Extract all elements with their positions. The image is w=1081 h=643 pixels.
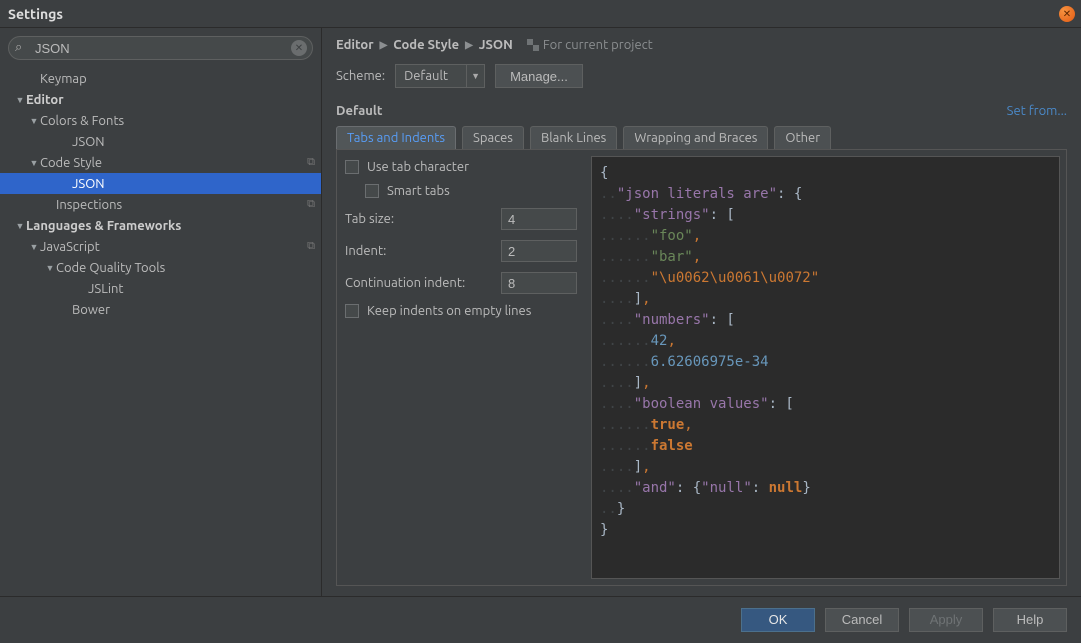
- tree-item-bower[interactable]: Bower: [0, 299, 321, 320]
- chevron-down-icon: ▼: [28, 158, 40, 168]
- use-tab-label: Use tab character: [367, 160, 469, 174]
- chevron-down-icon: ▼: [466, 65, 484, 87]
- dialog-footer: OK Cancel Apply Help: [0, 596, 1081, 642]
- continuation-input[interactable]: [501, 272, 577, 294]
- smart-tabs-checkbox[interactable]: [365, 184, 379, 198]
- tree-item-inspections[interactable]: Inspections⧉: [0, 194, 321, 215]
- tab-spaces[interactable]: Spaces: [462, 126, 524, 149]
- keep-indents-checkbox[interactable]: [345, 304, 359, 318]
- indent-settings: Use tab character Smart tabs Tab size: I…: [337, 150, 585, 585]
- smart-tabs-label: Smart tabs: [387, 184, 450, 198]
- tree-item-code-style[interactable]: ▼Code Style⧉: [0, 152, 321, 173]
- tab-wrapping[interactable]: Wrapping and Braces: [623, 126, 768, 149]
- cancel-button[interactable]: Cancel: [825, 608, 899, 632]
- clear-icon[interactable]: ✕: [291, 40, 307, 56]
- tree-item-codestyle-json[interactable]: JSON: [0, 173, 321, 194]
- tree-item-cqt[interactable]: ▼Code Quality Tools: [0, 257, 321, 278]
- breadcrumb: Editor ▶ Code Style ▶ JSON For current p…: [322, 28, 1081, 58]
- breadcrumb-part: Code Style: [393, 38, 459, 52]
- tree-item-lang-fw[interactable]: ▼Languages & Frameworks: [0, 215, 321, 236]
- project-scope-label: For current project: [527, 38, 653, 52]
- chevron-right-icon: ▶: [380, 39, 388, 51]
- continuation-label: Continuation indent:: [345, 276, 465, 290]
- keep-indents-label: Keep indents on empty lines: [367, 304, 531, 318]
- help-button[interactable]: Help: [993, 608, 1067, 632]
- tab-size-label: Tab size:: [345, 212, 394, 226]
- tab-blank-lines[interactable]: Blank Lines: [530, 126, 617, 149]
- indent-label: Indent:: [345, 244, 386, 258]
- chevron-down-icon: ▼: [28, 116, 40, 126]
- main-panel: Editor ▶ Code Style ▶ JSON For current p…: [322, 28, 1081, 596]
- use-tab-checkbox[interactable]: [345, 160, 359, 174]
- code-preview: { .."json literals are": { ...."strings"…: [591, 156, 1060, 579]
- scheme-select[interactable]: Default ▼: [395, 64, 485, 88]
- tree-item-jslint[interactable]: JSLint: [0, 278, 321, 299]
- indent-input[interactable]: [501, 240, 577, 262]
- search-field: ⌕ ✕: [8, 36, 313, 60]
- manage-button[interactable]: Manage...: [495, 64, 583, 88]
- set-from-link[interactable]: Set from...: [1007, 104, 1067, 118]
- tree-item-editor[interactable]: ▼Editor: [0, 89, 321, 110]
- copy-icon: ⧉: [307, 156, 315, 169]
- tab-tabs-indents[interactable]: Tabs and Indents: [336, 126, 456, 149]
- chevron-down-icon: ▼: [14, 95, 26, 105]
- chevron-down-icon: ▼: [14, 221, 26, 231]
- titlebar: Settings ✕: [0, 0, 1081, 28]
- tabs: Tabs and Indents Spaces Blank Lines Wrap…: [322, 126, 1081, 149]
- close-icon[interactable]: ✕: [1059, 6, 1075, 22]
- sidebar: ⌕ ✕ Keymap ▼Editor ▼Colors & Fonts JSON …: [0, 28, 322, 596]
- breadcrumb-part: Editor: [336, 38, 374, 52]
- ok-button[interactable]: OK: [741, 608, 815, 632]
- scheme-label: Scheme:: [336, 69, 385, 83]
- scheme-name: Default: [336, 104, 382, 118]
- breadcrumb-part: JSON: [479, 38, 513, 52]
- tree-item-colors-fonts[interactable]: ▼Colors & Fonts: [0, 110, 321, 131]
- search-input[interactable]: [8, 36, 313, 60]
- tree-item-keymap[interactable]: Keymap: [0, 68, 321, 89]
- apply-button[interactable]: Apply: [909, 608, 983, 632]
- search-icon: ⌕: [15, 40, 22, 55]
- copy-icon: ⧉: [307, 198, 315, 211]
- tab-size-input[interactable]: [501, 208, 577, 230]
- chevron-down-icon: ▼: [44, 263, 56, 273]
- tree-item-colors-json[interactable]: JSON: [0, 131, 321, 152]
- tree-item-javascript[interactable]: ▼JavaScript⧉: [0, 236, 321, 257]
- copy-icon: ⧉: [307, 240, 315, 253]
- chevron-right-icon: ▶: [465, 39, 473, 51]
- settings-tree: Keymap ▼Editor ▼Colors & Fonts JSON ▼Cod…: [0, 66, 321, 596]
- tab-other[interactable]: Other: [774, 126, 831, 149]
- project-icon: [527, 39, 539, 51]
- chevron-down-icon: ▼: [28, 242, 40, 252]
- window-title: Settings: [8, 6, 63, 22]
